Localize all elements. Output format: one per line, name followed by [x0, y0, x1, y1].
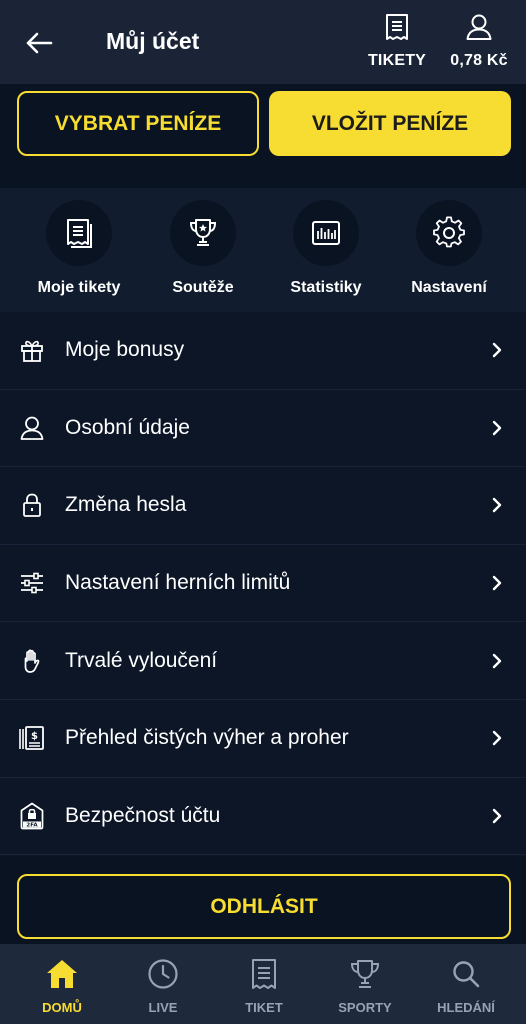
gear-icon — [433, 216, 465, 248]
menu-item-label: Změna hesla — [65, 493, 187, 517]
chevron-right-icon — [490, 573, 504, 593]
nav-live[interactable]: LIVE — [113, 944, 213, 1024]
hand-icon — [17, 646, 47, 676]
nav-home[interactable]: DOMŮ — [12, 944, 112, 1024]
quick-link-my-tickets[interactable]: Moje tikety — [19, 200, 139, 308]
nav-label: TIKET — [245, 1000, 283, 1015]
trophy-icon — [189, 219, 217, 246]
balance-label: 0,78 Kč — [450, 52, 508, 69]
menu-item-change-password[interactable]: Změna hesla — [0, 467, 526, 545]
account-menu: Moje bonusy Osobní údaje Změna hesla Nas… — [0, 312, 526, 856]
user-icon — [17, 413, 47, 443]
money-report-icon: $ — [17, 723, 47, 753]
quick-link-label: Moje tikety — [37, 279, 121, 296]
nav-label: HLEDÁNÍ — [437, 1000, 495, 1015]
statistics-icon — [312, 221, 340, 245]
menu-item-label: Nastavení herních limitů — [65, 571, 291, 595]
chevron-right-icon — [490, 340, 504, 360]
menu-item-net-wins-losses[interactable]: $ Přehled čistých výher a proher — [0, 700, 526, 778]
ticket-icon — [67, 219, 92, 248]
chevron-right-icon — [490, 728, 504, 748]
menu-item-label: Trvalé vyloučení — [65, 648, 218, 672]
logout-section: ODHLÁSIT — [0, 856, 526, 944]
nav-label: LIVE — [148, 1000, 178, 1015]
chevron-right-icon — [490, 806, 504, 826]
quick-link-circle — [416, 200, 482, 266]
app-header: Můj účet TIKETY 0,78 Kč — [0, 0, 526, 84]
ticket-icon — [386, 14, 408, 40]
back-button[interactable] — [20, 24, 58, 62]
quick-link-settings[interactable]: Nastavení — [389, 200, 509, 308]
nav-search[interactable]: HLEDÁNÍ — [416, 944, 516, 1024]
clock-icon — [148, 959, 178, 989]
chevron-right-icon — [490, 651, 504, 671]
search-icon — [453, 961, 480, 988]
arrow-left-icon — [26, 32, 53, 54]
menu-item-account-security[interactable]: 2FA Bezpečnost účtu — [0, 778, 526, 856]
quick-link-circle — [293, 200, 359, 266]
svg-text:$: $ — [31, 731, 38, 742]
sliders-icon — [17, 568, 47, 598]
chevron-right-icon — [490, 418, 504, 438]
bottom-navigation: DOMŮ LIVE TIKET SPORTY HLEDÁNÍ — [0, 944, 526, 1024]
menu-item-self-exclusion[interactable]: Trvalé vyloučení — [0, 622, 526, 700]
page-title: Můj účet — [106, 28, 200, 54]
quick-link-statistics[interactable]: Statistiky — [266, 200, 386, 308]
quick-link-competitions[interactable]: Soutěže — [143, 200, 263, 308]
quick-links: Moje tikety Soutěže Statistiky Nastavení — [0, 188, 526, 312]
header-tickets-button[interactable]: TIKETY — [364, 10, 430, 76]
tickets-label: TIKETY — [367, 52, 427, 69]
menu-item-label: Moje bonusy — [65, 338, 185, 362]
withdraw-button[interactable]: VYBRAT PENÍZE — [17, 91, 259, 156]
menu-item-label: Bezpečnost účtu — [65, 803, 221, 827]
deposit-button[interactable]: VLOŽIT PENÍZE — [269, 91, 511, 156]
trophy-icon — [350, 960, 380, 988]
logout-button[interactable]: ODHLÁSIT — [17, 874, 511, 939]
nav-label: DOMŮ — [42, 1000, 82, 1015]
quick-link-circle — [46, 200, 112, 266]
user-icon — [466, 14, 492, 40]
header-account-button[interactable]: 0,78 Kč — [444, 10, 514, 76]
quick-link-circle — [170, 200, 236, 266]
quick-link-label: Statistiky — [290, 279, 362, 296]
menu-item-bonuses[interactable]: Moje bonusy — [0, 312, 526, 390]
money-actions: VYBRAT PENÍZE VLOŽIT PENÍZE — [0, 84, 526, 188]
menu-item-label: Osobní údaje — [65, 415, 190, 439]
quick-link-label: Soutěže — [172, 279, 234, 296]
2fa-text: 2FA — [26, 822, 38, 828]
home-icon — [47, 960, 77, 988]
menu-item-game-limits[interactable]: Nastavení herních limitů — [0, 545, 526, 623]
menu-item-label: Přehled čistých výher a proher — [65, 726, 349, 750]
nav-sports[interactable]: SPORTY — [315, 944, 415, 1024]
chevron-right-icon — [490, 495, 504, 515]
nav-label: SPORTY — [338, 1000, 392, 1015]
gift-icon — [17, 335, 47, 365]
quick-link-label: Nastavení — [411, 279, 487, 296]
menu-item-personal-data[interactable]: Osobní údaje — [0, 390, 526, 468]
2fa-lock-icon: 2FA — [17, 801, 47, 831]
lock-icon — [17, 490, 47, 520]
nav-ticket[interactable]: TIKET — [214, 944, 314, 1024]
ticket-icon — [252, 959, 276, 989]
